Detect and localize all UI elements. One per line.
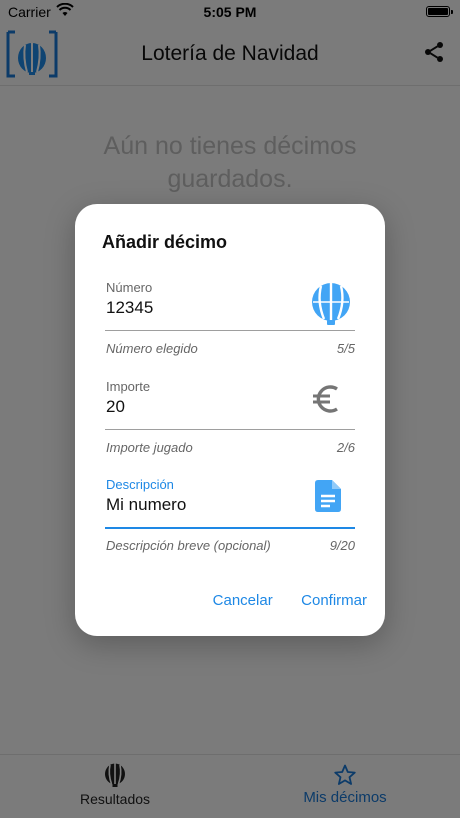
importe-field-value[interactable]: 20 [106,397,125,417]
euro-icon [313,385,338,413]
descripcion-field-underline [105,527,355,529]
numero-field-label: Número [106,280,153,295]
numero-field-value[interactable]: 12345 [106,298,153,318]
descripcion-field-counter: 9/20 [329,538,355,553]
numero-field-underline [105,330,355,331]
balloon-icon [312,283,350,325]
importe-field-underline [105,429,355,430]
numero-field-helper: Número elegido [106,341,198,356]
dialog-actions: Cancelar Confirmar [189,592,367,610]
confirm-button[interactable]: Confirmar [301,592,367,609]
descripcion-field-label: Descripción [106,477,174,492]
importe-field-helper: Importe jugado [106,440,193,455]
descripcion-field-value[interactable]: Mi numero [106,495,186,515]
cancel-button[interactable]: Cancelar [213,592,273,609]
dialog-title: Añadir décimo [102,232,228,252]
importe-field-counter: 2/6 [336,440,355,455]
numero-field-counter: 5/5 [336,341,355,356]
importe-field-label: Importe [106,379,151,394]
add-decimo-dialog: Añadir décimo Número 12345 Número elegid… [75,204,385,636]
document-icon [315,480,341,512]
descripcion-field-helper: Descripción breve (opcional) [106,538,271,553]
